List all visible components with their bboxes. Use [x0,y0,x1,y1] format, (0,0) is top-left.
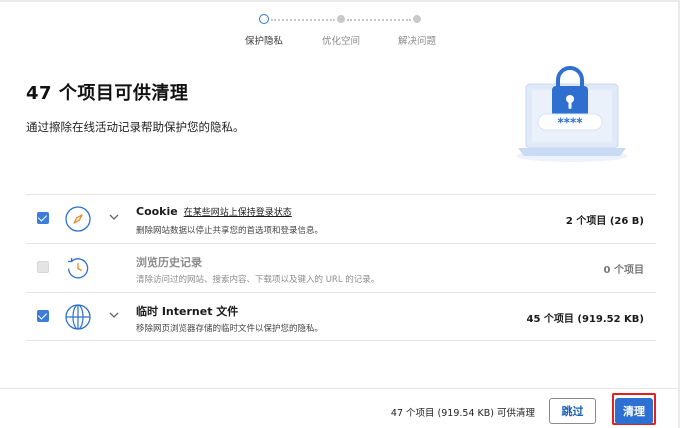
list-item-cookie: Cookie 在某些网站上保持登录状态 删除网站数据以停止共享您的首选项和登录信息… [26,194,656,243]
step-dot-space [337,15,345,23]
progress-stepper: 保护隐私 优化空间 解决问题 [0,11,680,51]
temp-files-checkbox[interactable] [37,310,49,322]
list-item-history: 浏览历史记录 清除访问过的网站、搜索内容、下载项以及键入的 URL 的记录。 0… [26,243,656,292]
cookie-count: 2 个项目 (26 B) [565,216,644,227]
cleanup-summary: 47 个项目 (919.54 KB) 可供清理 [390,408,535,419]
step-connector [347,19,411,21]
step-dot-privacy [259,14,269,24]
temp-files-title: 临时 Internet 文件 [136,305,239,318]
cleanup-item-list: Cookie 在某些网站上保持登录状态 删除网站数据以停止共享您的首选项和登录信息… [26,194,656,341]
globe-icon [65,304,91,330]
step-label-privacy: 保护隐私 [244,36,283,47]
cookie-description: 删除网站数据以停止共享您的首选项和登录信息。 [136,226,324,236]
page-subtitle: 通过擦除在线活动记录帮助保护您的隐私。 [26,120,245,134]
history-description: 清除访问过的网站、搜索内容、下载项以及键入的 URL 的记录。 [136,275,380,285]
cookie-title-text: Cookie [136,205,178,218]
history-icon [67,258,89,279]
page-title: 47 个项目可供清理 [26,83,189,104]
skip-button[interactable]: 跳过 [549,398,596,424]
cookie-checkbox[interactable] [37,212,49,224]
temp-files-count: 45 个项目 (919.52 KB) [526,314,644,325]
list-item-temp-files: 临时 Internet 文件 移除网页浏览器存储的临时文件以保护您的隐私。 45… [26,292,656,341]
chevron-down-icon[interactable] [108,309,120,321]
step-label-space: 优化空间 [321,36,360,47]
privacy-laptop-illustration: **** [516,66,628,162]
history-count: 0 个项目 [603,265,644,276]
chevron-down-icon[interactable] [108,211,120,223]
compass-icon [65,206,91,232]
keep-signed-in-link[interactable]: 在某些网站上保持登录状态 [184,208,292,218]
step-dot-problems [413,15,421,23]
step-connector [271,19,335,21]
cookie-title: Cookie 在某些网站上保持登录状态 [136,205,292,218]
history-checkbox[interactable] [37,261,49,273]
footer-bar: 47 个项目 (919.54 KB) 可供清理 跳过 清理 [0,388,680,428]
password-mask-text: **** [557,116,583,130]
temp-files-description: 移除网页浏览器存储的临时文件以保护您的隐私。 [136,324,324,334]
window-top-edge [0,0,680,2]
step-label-problems: 解决问题 [397,36,436,47]
clean-button[interactable]: 清理 [615,398,653,424]
history-title: 浏览历史记录 [136,256,202,269]
